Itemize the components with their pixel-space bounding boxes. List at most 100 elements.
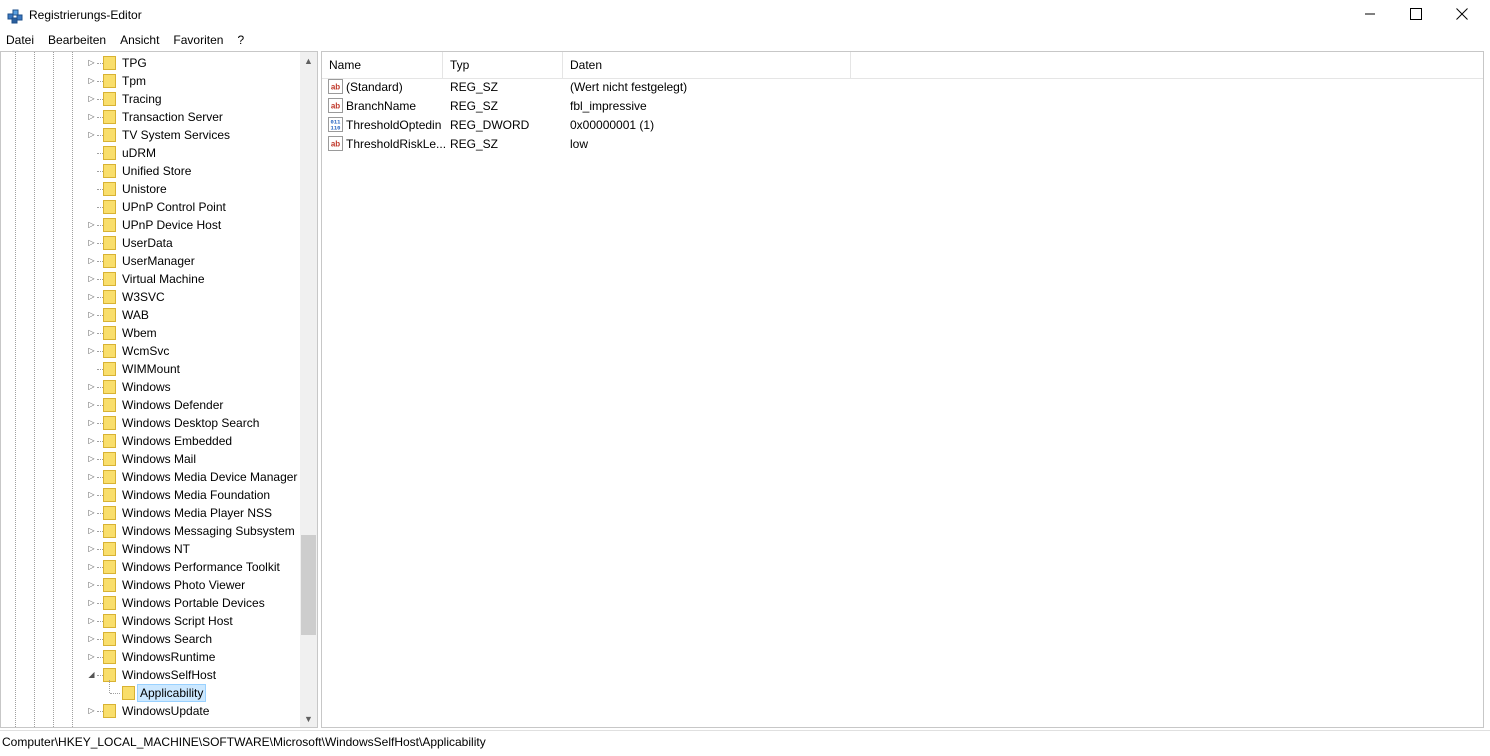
menu-favoriten[interactable]: Favoriten	[166, 31, 230, 50]
menu-bearbeiten[interactable]: Bearbeiten	[41, 31, 113, 50]
minimize-button[interactable]	[1347, 0, 1393, 28]
tree-item-label[interactable]: Windows NT	[122, 541, 190, 557]
tree-item[interactable]: ▷ Transaction Server	[1, 108, 301, 126]
tree-item-label[interactable]: UPnP Control Point	[122, 199, 226, 215]
tree-item-label[interactable]: Virtual Machine	[122, 271, 205, 287]
tree-item-label[interactable]: Unistore	[122, 181, 167, 197]
tree-item[interactable]: ◢ WindowsSelfHost	[1, 666, 301, 684]
expand-arrow-icon[interactable]: ▷	[87, 112, 96, 121]
expand-arrow-icon[interactable]: ▷	[87, 544, 96, 553]
expand-arrow-icon[interactable]: ▷	[87, 400, 96, 409]
tree-item-label[interactable]: Windows Messaging Subsystem	[122, 523, 295, 539]
tree-item-label[interactable]: UPnP Device Host	[122, 217, 221, 233]
expand-arrow-icon[interactable]: ▷	[87, 346, 96, 355]
scroll-thumb[interactable]	[301, 535, 316, 635]
tree-item-label[interactable]: Windows Search	[122, 631, 212, 647]
expand-arrow-icon[interactable]: ▷	[87, 292, 96, 301]
tree-item[interactable]: ▷ WindowsRuntime	[1, 648, 301, 666]
tree-item-label[interactable]: Windows Script Host	[122, 613, 233, 629]
tree-item[interactable]: ▷ Windows	[1, 378, 301, 396]
tree-item[interactable]: ▷ Windows Search	[1, 630, 301, 648]
expand-arrow-icon[interactable]: ▷	[87, 238, 96, 247]
tree-item[interactable]: ▷ Tracing	[1, 90, 301, 108]
tree-item-label[interactable]: TV System Services	[122, 127, 230, 143]
expand-arrow-icon[interactable]: ▷	[87, 562, 96, 571]
expand-arrow-icon[interactable]: ▷	[87, 508, 96, 517]
expand-arrow-icon[interactable]: ▷	[87, 472, 96, 481]
tree-item[interactable]: ▷ Windows Embedded	[1, 432, 301, 450]
tree-item[interactable]: Applicability	[1, 680, 301, 702]
tree-item-label[interactable]: UserManager	[122, 253, 195, 269]
maximize-button[interactable]	[1393, 0, 1439, 28]
menu-ansicht[interactable]: Ansicht	[113, 31, 166, 50]
tree-item[interactable]: ▷ WAB	[1, 306, 301, 324]
expand-arrow-icon[interactable]: ▷	[87, 526, 96, 535]
tree-item-label[interactable]: Tracing	[122, 91, 162, 107]
tree-item[interactable]: ▷ UserData	[1, 234, 301, 252]
expand-arrow-icon[interactable]: ▷	[87, 130, 96, 139]
tree-pane[interactable]: ▷ TPG ▷ Tpm ▷ Tracing ▷ Transaction Server ▷ TV S…	[0, 51, 318, 728]
tree-item[interactable]: ▷ Windows Desktop Search	[1, 414, 301, 432]
tree-item[interactable]: ▷ Windows Performance Toolkit	[1, 558, 301, 576]
tree-item-label[interactable]: Transaction Server	[122, 109, 223, 125]
column-header-data[interactable]: Daten	[563, 52, 851, 78]
tree-item[interactable]: ▷ Wbem	[1, 324, 301, 342]
tree-item-label[interactable]: Windows Photo Viewer	[122, 577, 245, 593]
expand-arrow-icon[interactable]: ▷	[87, 580, 96, 589]
expand-arrow-icon[interactable]: ▷	[87, 382, 96, 391]
expand-arrow-icon[interactable]: ▷	[87, 418, 96, 427]
expand-arrow-icon[interactable]: ▷	[87, 310, 96, 319]
tree-item-label[interactable]: Unified Store	[122, 163, 191, 179]
expand-arrow-icon[interactable]: ▷	[87, 454, 96, 463]
tree-item-label[interactable]: Windows Mail	[122, 451, 196, 467]
tree-item[interactable]: ▷ TV System Services	[1, 126, 301, 144]
tree-item[interactable]: ▷ Windows NT	[1, 540, 301, 558]
expand-arrow-icon[interactable]: ▷	[87, 634, 96, 643]
expand-arrow-icon[interactable]: ▷	[87, 436, 96, 445]
tree-item[interactable]: UPnP Control Point	[1, 198, 301, 216]
tree-item[interactable]: ▷ UPnP Device Host	[1, 216, 301, 234]
column-header-type[interactable]: Typ	[443, 52, 563, 78]
menu-help[interactable]: ?	[230, 31, 251, 50]
expand-arrow-icon[interactable]: ▷	[87, 256, 96, 265]
tree-item-label[interactable]: WIMMount	[122, 361, 180, 377]
expand-arrow-icon[interactable]: ▷	[87, 274, 96, 283]
expand-arrow-icon[interactable]: ▷	[87, 652, 96, 661]
tree-item[interactable]: Unistore	[1, 180, 301, 198]
tree-item[interactable]: ▷ Windows Portable Devices	[1, 594, 301, 612]
tree-item-label[interactable]: Windows Media Player NSS	[122, 505, 272, 521]
close-button[interactable]	[1439, 0, 1485, 28]
tree-item[interactable]: ▷ Windows Media Foundation	[1, 486, 301, 504]
expand-arrow-icon[interactable]: ▷	[87, 616, 96, 625]
tree-item[interactable]: uDRM	[1, 144, 301, 162]
tree-item-label[interactable]: Windows Media Device Manager	[122, 469, 297, 485]
expand-arrow-icon[interactable]: ▷	[87, 94, 96, 103]
tree-item-label[interactable]: WindowsSelfHost	[122, 667, 216, 683]
tree-item-label[interactable]: Windows Media Foundation	[122, 487, 270, 503]
tree-item[interactable]: ▷ TPG	[1, 54, 301, 72]
tree-item[interactable]: ▷ W3SVC	[1, 288, 301, 306]
tree-item[interactable]: ▷ Tpm	[1, 72, 301, 90]
tree-item-label[interactable]: Windows Defender	[122, 397, 223, 413]
tree-item[interactable]: ▷ Virtual Machine	[1, 270, 301, 288]
tree-item-label[interactable]: Windows Desktop Search	[122, 415, 259, 431]
tree-item-label[interactable]: Windows Embedded	[122, 433, 232, 449]
tree-item[interactable]: ▷ Windows Media Player NSS	[1, 504, 301, 522]
tree-item[interactable]: ▷ UserManager	[1, 252, 301, 270]
tree-item-label[interactable]: WcmSvc	[122, 343, 169, 359]
tree-item-label[interactable]: WAB	[122, 307, 149, 323]
menu-datei[interactable]: Datei	[0, 31, 41, 50]
expand-arrow-icon[interactable]: ▷	[87, 598, 96, 607]
values-pane[interactable]: Name Typ Daten ab (Standard) REG_SZ (Wert n…	[321, 51, 1484, 728]
tree-item-label[interactable]: Windows	[122, 379, 171, 395]
tree-item[interactable]: WIMMount	[1, 360, 301, 378]
tree-item-label[interactable]: Applicability	[137, 684, 207, 702]
tree-item-label[interactable]: uDRM	[122, 145, 156, 161]
expand-arrow-icon[interactable]: ▷	[87, 58, 96, 67]
expand-arrow-icon[interactable]: ▷	[87, 328, 96, 337]
expand-arrow-icon[interactable]: ▷	[87, 76, 96, 85]
value-row[interactable]: ab (Standard) REG_SZ (Wert nicht festgelegt…	[322, 78, 1483, 97]
tree-item[interactable]: ▷ Windows Mail	[1, 450, 301, 468]
tree-item[interactable]: ▷ Windows Messaging Subsystem	[1, 522, 301, 540]
tree-item-label[interactable]: TPG	[122, 55, 147, 71]
